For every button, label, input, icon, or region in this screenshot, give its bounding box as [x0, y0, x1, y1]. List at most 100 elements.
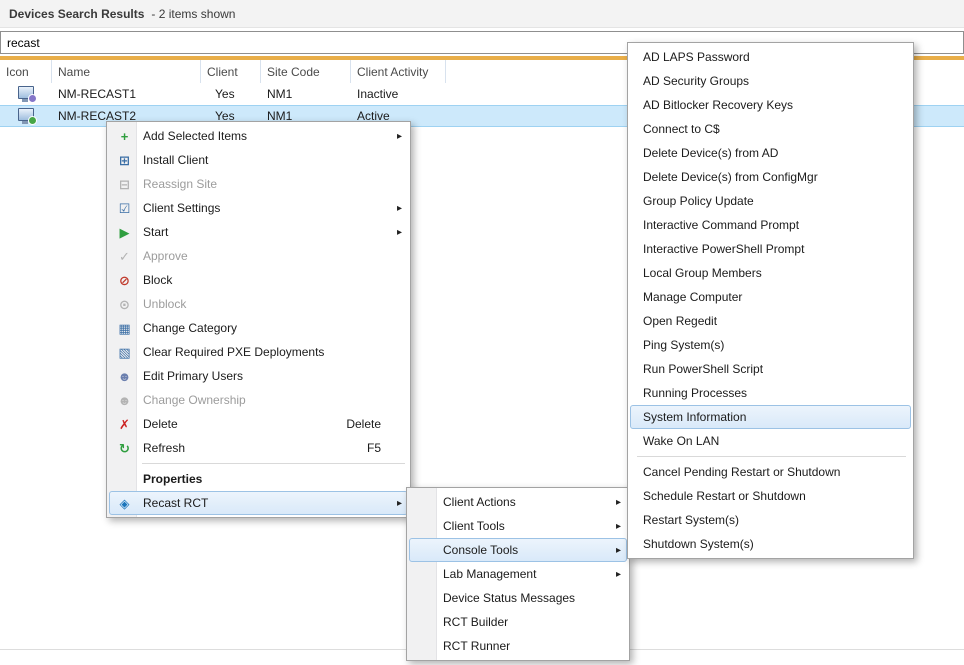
menu-item-rct-builder[interactable]: RCT Builder: [409, 610, 627, 634]
submenu-arrow-icon: ▸: [393, 227, 402, 238]
menu-item-local-group-members[interactable]: Local Group Members: [630, 261, 911, 285]
menu-item-label: Client Actions: [443, 495, 516, 509]
menu-item-ad-security-groups[interactable]: AD Security Groups: [630, 69, 911, 93]
menu-item-client-settings[interactable]: ☑Client Settings▸: [109, 196, 408, 220]
column-header-site-code[interactable]: Site Code: [261, 60, 351, 83]
menu-separator: [142, 463, 405, 464]
submenu-arrow-icon: ▸: [612, 569, 621, 580]
device-icon: [18, 108, 34, 121]
client-cell: Yes: [201, 83, 261, 105]
menu-item-group-policy-update[interactable]: Group Policy Update: [630, 189, 911, 213]
menu-item-recast-rct[interactable]: ◈Recast RCT▸: [109, 491, 408, 515]
menu-item-right: ▸: [393, 203, 402, 214]
menu-item-device-status-messages[interactable]: Device Status Messages: [409, 586, 627, 610]
add-icon: +: [113, 130, 136, 143]
column-header-client[interactable]: Client: [201, 60, 261, 83]
menu-item-ping-system-s[interactable]: Ping System(s): [630, 333, 911, 357]
menu-item-install-client[interactable]: ⊞Install Client: [109, 148, 408, 172]
submenu-arrow-icon: ▸: [612, 521, 621, 532]
menu-item-label: Lab Management: [443, 567, 536, 581]
submenu-arrow-icon: ▸: [612, 497, 621, 508]
menu-item-label: Client Settings: [143, 201, 220, 215]
menu-item-label: Open Regedit: [643, 314, 717, 328]
submenu-arrow-icon: ▸: [393, 498, 402, 509]
shortcut-label: F5: [367, 441, 381, 455]
menu-item-block[interactable]: ⊘Block: [109, 268, 408, 292]
results-header-bar: Devices Search Results - 2 items shown: [0, 0, 964, 28]
delete-icon: ✗: [113, 418, 136, 431]
menu-item-right: ▸: [612, 545, 621, 556]
menu-item-start[interactable]: ▶Start▸: [109, 220, 408, 244]
menu-item-properties[interactable]: Properties: [109, 467, 408, 491]
column-header-name[interactable]: Name: [52, 60, 201, 83]
menu-item-clear-required-pxe-deployments[interactable]: ▧Clear Required PXE Deployments: [109, 340, 408, 364]
device-icon-cell: [0, 83, 52, 105]
site-code-cell: NM1: [261, 83, 351, 105]
device-icon: [18, 86, 34, 99]
menu-separator: [637, 456, 906, 457]
device-name-cell: NM-RECAST1: [52, 83, 201, 105]
menu-item-label: Recast RCT: [143, 496, 208, 510]
menu-item-edit-primary-users[interactable]: ☻Edit Primary Users: [109, 364, 408, 388]
menu-item-delete-device-s-from-configmgr[interactable]: Delete Device(s) from ConfigMgr: [630, 165, 911, 189]
menu-item-client-actions[interactable]: Client Actions ▸: [409, 490, 627, 514]
refresh-icon: ↻: [113, 442, 136, 455]
reassign-site-icon: ⊟: [113, 178, 136, 191]
menu-item-running-processes[interactable]: Running Processes: [630, 381, 911, 405]
menu-item-delete[interactable]: ✗DeleteDelete: [109, 412, 408, 436]
menu-item-label: Change Ownership: [143, 393, 246, 407]
install-client-icon: ⊞: [113, 154, 136, 167]
menu-item-label: Add Selected Items: [143, 129, 247, 143]
menu-item-label: Local Group Members: [643, 266, 762, 280]
menu-item-label: Device Status Messages: [443, 591, 575, 605]
menu-item-restart-system-s[interactable]: Restart System(s): [630, 508, 911, 532]
menu-item-wake-on-lan[interactable]: Wake On LAN: [630, 429, 911, 453]
menu-item-interactive-powershell-prompt[interactable]: Interactive PowerShell Prompt: [630, 237, 911, 261]
shortcut-label: Delete: [346, 417, 381, 431]
menu-item-schedule-restart-or-shutdown[interactable]: Schedule Restart or Shutdown: [630, 484, 911, 508]
approve-icon: ✓: [113, 250, 136, 263]
menu-item-label: AD LAPS Password: [643, 50, 750, 64]
menu-item-label: AD Bitlocker Recovery Keys: [643, 98, 793, 112]
menu-item-label: Edit Primary Users: [143, 369, 243, 383]
menu-item-client-tools[interactable]: Client Tools ▸: [409, 514, 627, 538]
menu-item-system-information[interactable]: System Information: [630, 405, 911, 429]
menu-item-label: Refresh: [143, 441, 185, 455]
menu-item-lab-management[interactable]: Lab Management ▸: [409, 562, 627, 586]
menu-item-ad-bitlocker-recovery-keys[interactable]: AD Bitlocker Recovery Keys: [630, 93, 911, 117]
menu-item-refresh[interactable]: ↻ Refresh F5: [109, 436, 408, 460]
menu-item-right: ▸: [612, 497, 621, 508]
menu-item-label: Approve: [143, 249, 188, 263]
menu-item-label: Schedule Restart or Shutdown: [643, 489, 806, 503]
menu-item-add-selected-items[interactable]: + Add Selected Items ▸: [109, 124, 408, 148]
unblock-icon: ⊙: [113, 298, 136, 311]
menu-item-run-powershell-script[interactable]: Run PowerShell Script: [630, 357, 911, 381]
menu-item-label: Clear Required PXE Deployments: [143, 345, 324, 359]
column-header-icon[interactable]: Icon: [0, 60, 52, 83]
menu-item-right: ▸: [393, 498, 402, 509]
menu-item-label: Delete Device(s) from ConfigMgr: [643, 170, 818, 184]
menu-item-console-tools[interactable]: Console Tools ▸: [409, 538, 627, 562]
column-header-client-activity[interactable]: Client Activity: [351, 60, 446, 83]
menu-item-change-category[interactable]: ▦Change Category: [109, 316, 408, 340]
menu-item-open-regedit[interactable]: Open Regedit: [630, 309, 911, 333]
menu-item-shutdown-system-s[interactable]: Shutdown System(s): [630, 532, 911, 556]
menu-item-cancel-pending-restart-or-shutdown[interactable]: Cancel Pending Restart or Shutdown: [630, 460, 911, 484]
menu-item-ad-laps-password[interactable]: AD LAPS Password: [630, 45, 911, 69]
menu-item-label: Console Tools: [443, 543, 518, 557]
menu-item-unblock: ⊙Unblock: [109, 292, 408, 316]
client-activity-cell: Inactive: [351, 83, 446, 105]
menu-item-interactive-command-prompt[interactable]: Interactive Command Prompt: [630, 213, 911, 237]
menu-item-delete-device-s-from-ad[interactable]: Delete Device(s) from AD: [630, 141, 911, 165]
menu-item-label: Shutdown System(s): [643, 537, 754, 551]
menu-item-label: AD Security Groups: [643, 74, 749, 88]
menu-item-manage-computer[interactable]: Manage Computer: [630, 285, 911, 309]
menu-item-label: System Information: [643, 410, 746, 424]
menu-item-label: Client Tools: [443, 519, 505, 533]
device-icon-cell: [0, 105, 52, 127]
menu-item-right: ▸: [393, 131, 402, 142]
menu-item-connect-to-c[interactable]: Connect to C$: [630, 117, 911, 141]
menu-item-rct-runner[interactable]: RCT Runner: [409, 634, 627, 658]
menu-item-label: Wake On LAN: [643, 434, 719, 448]
device-status-badge: [28, 116, 37, 125]
